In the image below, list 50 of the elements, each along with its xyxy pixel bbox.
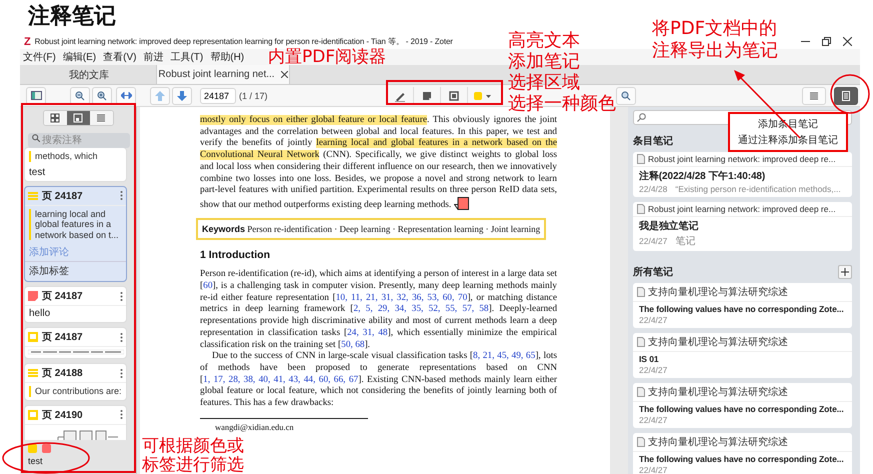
note-date: 22/4/27 [639, 236, 668, 246]
note-date: 22/4/27 [639, 415, 668, 425]
callout-text: 可根据颜色或 [142, 437, 244, 456]
note-date: 22/4/27 [639, 315, 668, 325]
window-title: Robust joint learning network: improved deep representation learning for person re-identification - Tian 等。 - 2019 - Zoter [34, 36, 453, 47]
page-label: 页 24187 [42, 331, 83, 344]
callout-text: 内置PDF阅读器 [268, 49, 386, 66]
note-title: 我是独立笔记 [638, 219, 700, 233]
annotation-comment: test [28, 166, 46, 180]
note-title: The following values have no corresponding Zote... [638, 453, 845, 464]
app-logo: Z [24, 36, 31, 48]
note-preview: “Existing person re-identification methods,... [675, 184, 841, 194]
page-label: 页 24188 [42, 367, 83, 380]
parent-item-title: 支持向量机理论与算法研究综述 [648, 336, 788, 349]
section-heading: 条目笔记 [633, 134, 673, 148]
note-date: 22/4/28 [639, 184, 668, 194]
annotation-comment: hello [28, 307, 52, 321]
page-label: 页 24187 [42, 190, 83, 202]
note-title: The following values have no corresponding Zote... [638, 403, 845, 414]
page-count: (1 / 17) [239, 90, 268, 100]
body-paragraph: Due to the success of CNN in large-scale visual classification tasks [8, 21, 45, 49, 65], lots of methods have been proposed to generate representations based on CNN [1, 17, 28, 38, 40, 41, 43, 44, 60, 66, 67]. Existing CNN-based methods mainly learn either global feature or local feature, which not considering the benefits of jointly learning both of features. This has a few drawbacks: [200, 351, 557, 410]
parent-item-title: 支持向量机理论与算法研究综述 [648, 286, 788, 299]
callout-text: 添加笔记 [508, 51, 580, 72]
note-title: 注释(2022/4/28 下午1:40:48) [638, 169, 766, 183]
parent-item-title: 支持向量机理论与算法研究综述 [648, 386, 788, 399]
section-heading: 1 Introduction [200, 250, 271, 262]
annotation-quote: learning local and global features in a network based on t... [29, 208, 122, 240]
abstract-paragraph: mostly only focus on either global feature or local feature. This obviously ignores the joint advantages and the correlation between global and local features. In this paper, we test and verify the benefits of jointly learning local and global features in a network based on the Convolutional Neural Network (CNN). Specifically, we give distinct weights to global loss and local loss when considering their different influence on our research, then we innovatively combine two losses into one loss. Besides, we propose a novel and strong network to learn part-level features with unified partition. Experimental results on three person ReID data sets, show that our method outperforms existing deep learning methods. [200, 115, 557, 212]
callout-text: 注释导出为笔记 [652, 40, 778, 62]
note-date: 22/4/27 [639, 365, 668, 375]
slide-title: 注释笔记 [28, 3, 116, 31]
annotation-quote: Our contributions are: [29, 386, 122, 396]
callout-text: 高亮文本 [508, 30, 580, 51]
page-label: 页 24190 [42, 408, 83, 422]
callout-text: 标签进行筛选 [142, 456, 244, 474]
parent-item-title: Robust joint learning network: improved deep re... [648, 204, 836, 214]
section-heading: 所有笔记 [633, 266, 673, 279]
annotation-quote: methods, which [29, 151, 122, 162]
parent-item-title: Robust joint learning network: improved deep re... [648, 154, 836, 164]
note-title: The following values have no corresponding Zote... [638, 303, 845, 314]
callout-text: 将PDF文档中的 [652, 18, 778, 40]
parent-item-title: 支持向量机理论与算法研究综述 [648, 436, 788, 449]
callout-text: 选择区域 [508, 72, 580, 93]
callout-text: 选择一种颜色 [508, 93, 616, 114]
note-preview: 笔记 [675, 235, 696, 248]
note-title: IS 01 [638, 353, 660, 364]
note-date: 22/4/27 [639, 465, 668, 474]
body-paragraph: Person re-identification (re-id), which aims at identifying a person of interest in a large data set [60], is a challenging task in computer vision. Presently, many deep learning methods mainly re-id either feature representation [10, 11, 21, 31, 32, 36, 53, 60, 70], or matching distance metrics in deep learning framework [2, 5, 29, 34, 35, 52, 55, 57, 58]. Deeply-learned representations provide high discriminative ability and most of current methods learn a deep representation in classification tasks [24, 31, 48], which essentially minimize the empirical classification risk on the training set [50, 68]. [200, 269, 557, 351]
footnote: wangdi@xidian.edu.cn [214, 422, 294, 433]
page-label: 页 24187 [42, 290, 83, 303]
